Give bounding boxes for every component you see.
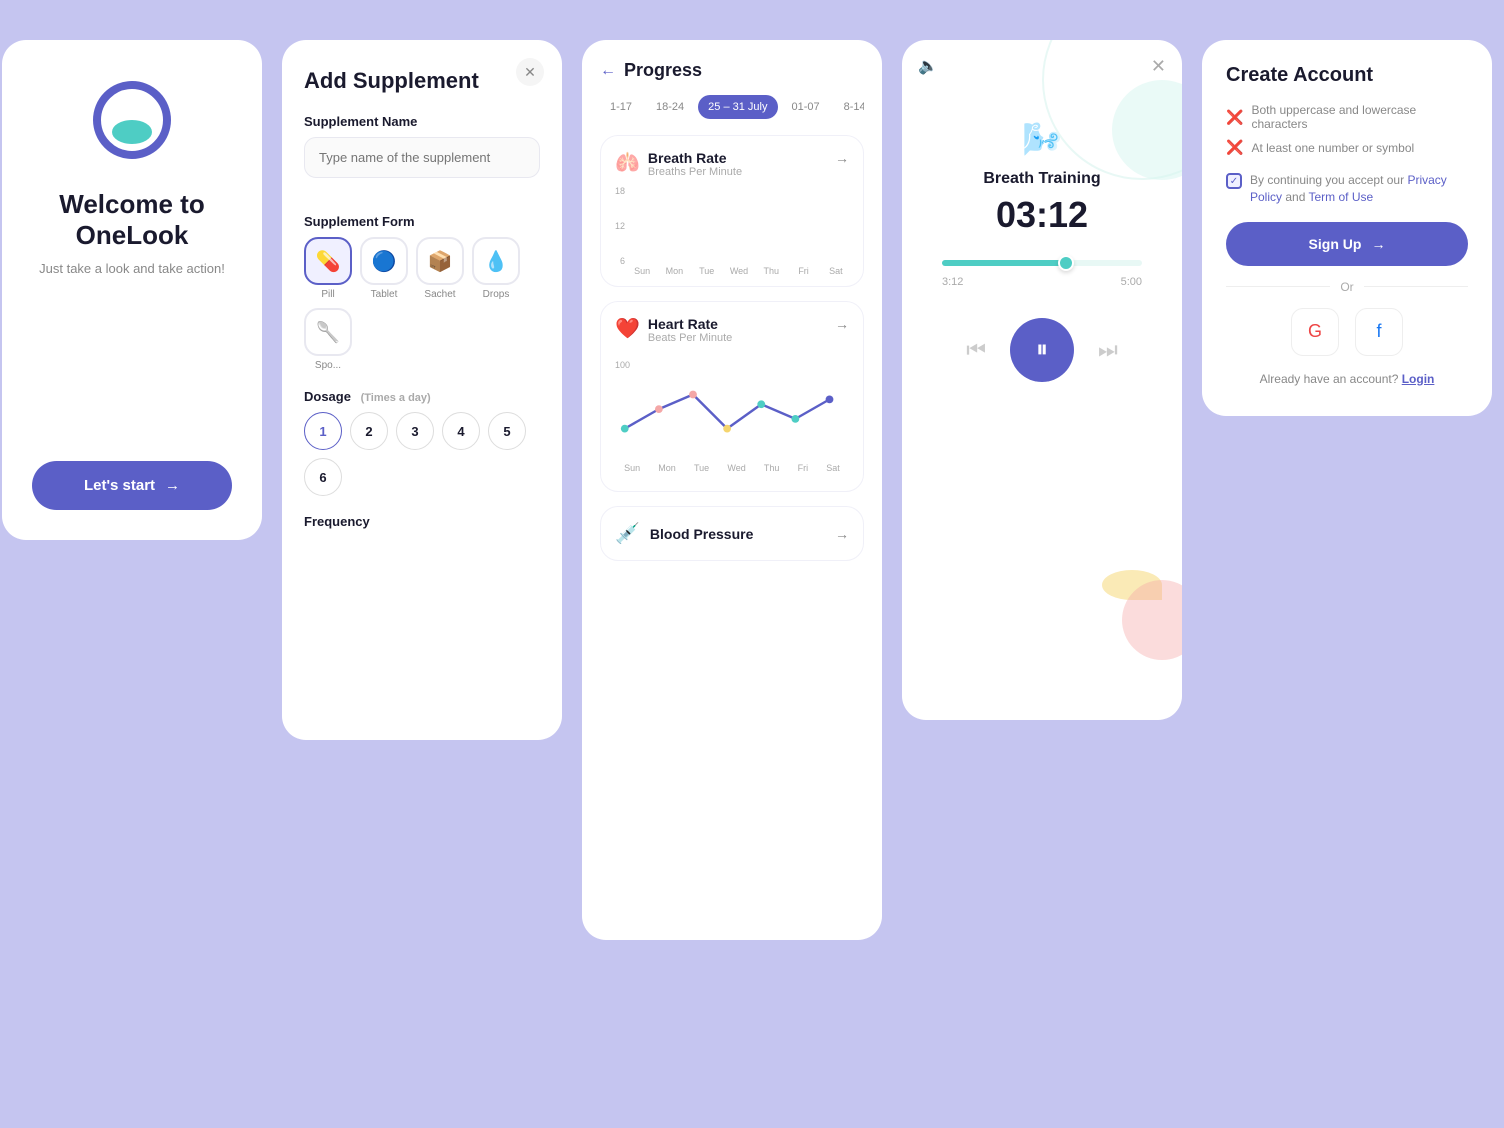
breath-progress-bar: [942, 260, 1142, 266]
date-25-31[interactable]: 25 – 31 July: [698, 95, 777, 119]
sound-icon[interactable]: 🔈: [918, 56, 938, 76]
facebook-icon: f: [1376, 321, 1381, 342]
social-login-row: G f: [1226, 308, 1468, 356]
heart-rate-chart: ❤️ Heart Rate Beats Per Minute → 100: [600, 301, 864, 492]
progress-card: ← Progress 1-17 18-24 25 – 31 July 01-07…: [582, 40, 882, 940]
back-arrow-icon[interactable]: ←: [600, 62, 616, 80]
welcome-subtitle: Just take a look and take action!: [39, 261, 225, 276]
privacy-checkbox-row: ✓ By continuing you accept our Privacy P…: [1226, 172, 1468, 206]
dosage-2[interactable]: 2: [350, 412, 388, 450]
breath-training-card: 🔈 ✕ 🌬️ Breath Training 03:12 3:12 5:00 ⏮…: [902, 40, 1182, 720]
breath-progress-dot: [1058, 255, 1074, 271]
breath-rate-chart: 🫁 Breath Rate Breaths Per Minute → 18126…: [600, 135, 864, 287]
heart-chart-icon: ❤️: [615, 316, 640, 341]
signup-button[interactable]: Sign Up →: [1226, 222, 1468, 266]
form-spo: 🥄 Spo...: [304, 308, 352, 371]
login-link[interactable]: Login: [1402, 372, 1435, 386]
validation-uppercase: ❌ Both uppercase and lowercase character…: [1226, 103, 1468, 131]
pill-btn[interactable]: 💊: [304, 237, 352, 285]
supplement-name-field: Supplement Name: [304, 114, 540, 196]
spo-btn[interactable]: 🥄: [304, 308, 352, 356]
x-icon-2: ❌: [1226, 139, 1243, 156]
dosage-3[interactable]: 3: [396, 412, 434, 450]
date-1-17[interactable]: 1-17: [600, 95, 642, 119]
progress-header: ← Progress: [600, 60, 864, 81]
arrow-icon: →: [165, 477, 180, 494]
privacy-checkbox[interactable]: ✓: [1226, 173, 1242, 189]
breath-bar-chart: Sun Mon Tue Wed Thu Fri Sat: [629, 196, 849, 276]
date-navigation: 1-17 18-24 25 – 31 July 01-07 8-14: [600, 95, 864, 119]
date-8-14[interactable]: 8-14: [834, 95, 864, 119]
drops-btn[interactable]: 💧: [472, 237, 520, 285]
google-icon: G: [1308, 321, 1322, 342]
or-divider: Or: [1226, 280, 1468, 294]
dosage-6[interactable]: 6: [304, 458, 342, 496]
blood-chart-icon: 💉: [615, 521, 640, 546]
dosage-5[interactable]: 5: [488, 412, 526, 450]
dosage-1[interactable]: 1: [304, 412, 342, 450]
dosage-field: Dosage (Times a day) 1 2 3 4 5 6: [304, 389, 540, 496]
signup-arrow-icon: →: [1371, 236, 1385, 252]
supplement-card: ✕ Add Supplement Supplement Name Supplem…: [282, 40, 562, 740]
terms-link[interactable]: Term of Use: [1309, 190, 1374, 204]
breath-timer: 03:12: [922, 194, 1162, 236]
tablet-btn[interactable]: 🔵: [360, 237, 408, 285]
facebook-btn[interactable]: f: [1355, 308, 1403, 356]
form-sachet: 📦 Sachet: [416, 237, 464, 300]
form-tablet: 🔵 Tablet: [360, 237, 408, 300]
close-supplement-btn[interactable]: ✕: [516, 58, 544, 86]
progress-title: Progress: [624, 60, 702, 81]
pause-btn[interactable]: ⏸: [1010, 318, 1074, 382]
blood-arrow[interactable]: →: [835, 526, 849, 542]
next-btn[interactable]: ⏭: [1098, 337, 1118, 363]
google-btn[interactable]: G: [1291, 308, 1339, 356]
welcome-card: Welcome to OneLook Just take a look and …: [2, 40, 262, 540]
supplement-name-input[interactable]: [304, 137, 540, 178]
supplement-title: Add Supplement: [304, 68, 540, 94]
already-account-text: Already have an account? Login: [1226, 372, 1468, 386]
breath-progress-fill: [942, 260, 1068, 266]
blood-pressure-preview: 💉 Blood Pressure →: [600, 506, 864, 561]
dosage-buttons: 1 2 3 4 5 6: [304, 412, 540, 496]
welcome-logo: [92, 80, 172, 165]
lets-start-btn[interactable]: Let's start →: [32, 461, 232, 510]
or-label: Or: [1340, 280, 1353, 294]
date-18-24[interactable]: 18-24: [646, 95, 694, 119]
breath-chart-arrow[interactable]: →: [835, 150, 849, 166]
x-icon-1: ❌: [1226, 109, 1243, 126]
breath-controls: ⏮ ⏸ ⏭: [922, 318, 1162, 382]
supplement-name-label: Supplement Name: [304, 114, 540, 129]
supplement-form-options: 💊 Pill 🔵 Tablet 📦 Sachet 💧 Drops 🥄 Spo..…: [304, 237, 540, 371]
time-end: 5:00: [1121, 276, 1142, 288]
signup-title: Create Account: [1226, 64, 1468, 87]
supplement-form-field: Supplement Form 💊 Pill 🔵 Tablet 📦 Sachet…: [304, 214, 540, 371]
welcome-title: Welcome to OneLook: [32, 189, 232, 251]
privacy-text: By continuing you accept our: [1250, 173, 1407, 187]
prev-btn[interactable]: ⏮: [966, 337, 986, 363]
date-01-07[interactable]: 01-07: [782, 95, 830, 119]
form-pill: 💊 Pill: [304, 237, 352, 300]
form-drops: 💧 Drops: [472, 237, 520, 300]
signup-card: Create Account ❌ Both uppercase and lowe…: [1202, 40, 1492, 416]
dosage-4[interactable]: 4: [442, 412, 480, 450]
heart-chart-arrow[interactable]: →: [835, 316, 849, 332]
dosage-label: Dosage: [304, 389, 351, 404]
frequency-label: Frequency: [304, 514, 540, 529]
supplement-form-label: Supplement Form: [304, 214, 540, 229]
heart-line-chart: [615, 374, 849, 454]
time-start: 3:12: [942, 276, 963, 288]
dosage-sub: (Times a day): [361, 392, 431, 404]
blood-pressure-label: Blood Pressure: [650, 526, 753, 542]
breath-chart-icon: 🫁: [615, 150, 640, 175]
breath-time-labels: 3:12 5:00: [922, 276, 1162, 288]
validation-number: ❌ At least one number or symbol: [1226, 139, 1468, 156]
sachet-btn[interactable]: 📦: [416, 237, 464, 285]
